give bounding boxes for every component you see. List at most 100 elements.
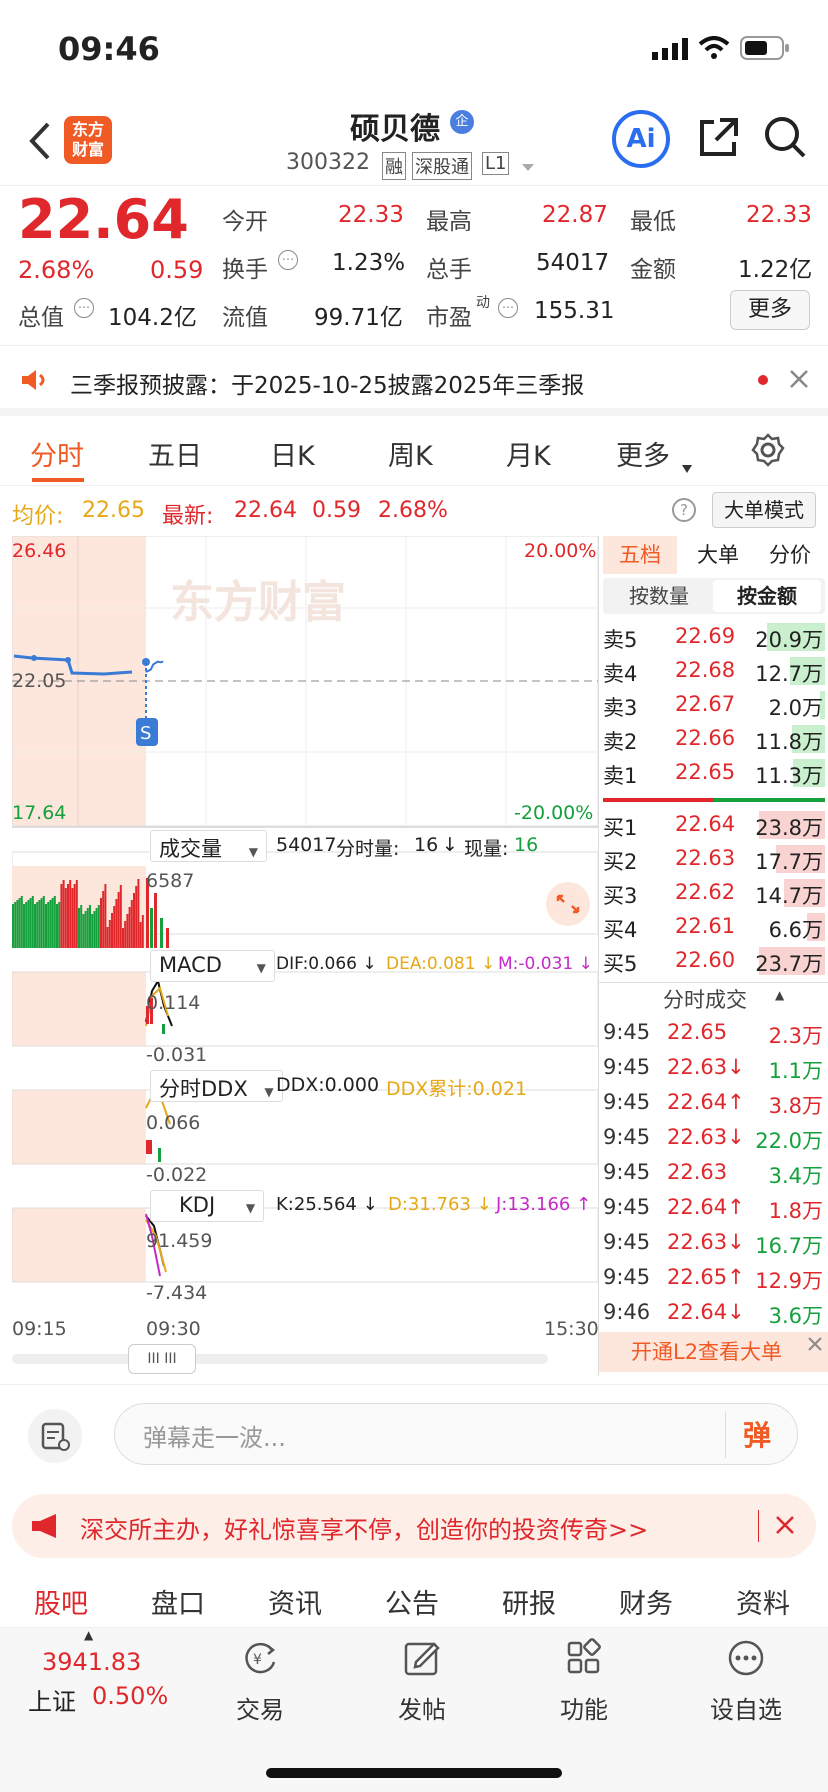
l2-banner[interactable]: 开通L2查看大单 [599, 1332, 828, 1372]
price-axis-top: 26.46 [12, 540, 67, 562]
level-label: 卖4 [603, 662, 638, 686]
close-icon[interactable] [807, 1336, 823, 1356]
close-icon[interactable] [788, 368, 810, 394]
level-price: 22.63 [675, 846, 736, 870]
promo-text: 深交所主办，好礼惊喜享不停，创造你的投资传奇>> [80, 1516, 649, 1544]
sell-level-row[interactable]: 卖5 22.69 20.9万 [603, 620, 825, 654]
close-icon[interactable] [774, 1514, 796, 1540]
danmaku-send-button[interactable]: 弹 [743, 1414, 771, 1454]
content-tab[interactable]: 股吧 [34, 1582, 88, 1621]
ddx-selector[interactable]: 分时DDX ▼ [150, 1070, 283, 1102]
buy-level-row[interactable]: 买2 22.63 17.7万 [603, 842, 825, 876]
large-order-mode-button[interactable]: 大单模式 [712, 492, 816, 528]
buy-level-row[interactable]: 买3 22.62 14.7万 [603, 876, 825, 910]
timeline-scrollbar[interactable] [12, 1354, 548, 1364]
volume-bar [20, 896, 23, 948]
index-pct[interactable]: 0.50% [92, 1682, 168, 1710]
danmaku-placeholder: 弹幕走一波... [143, 1424, 286, 1452]
subtab-by-amount[interactable]: 按金额 [713, 580, 821, 612]
volume-bar [73, 884, 76, 948]
buy-level-row[interactable]: 买1 22.64 23.8万 [603, 808, 825, 842]
tab-five-levels[interactable]: 五档 [603, 536, 677, 574]
tab-intraday[interactable]: 分时 [30, 434, 84, 473]
tab-monthly-k[interactable]: 月K [506, 434, 551, 473]
tab-large-orders[interactable]: 大单 [683, 536, 753, 574]
chevron-down-icon[interactable] [520, 158, 536, 177]
back-icon[interactable] [26, 120, 54, 166]
content-tab[interactable]: 财务 [619, 1582, 673, 1621]
volume-bar [139, 922, 142, 948]
content-tab[interactable]: 盘口 [151, 1582, 205, 1621]
level-price: 22.66 [675, 726, 736, 750]
volume-bar [71, 888, 74, 948]
more-button[interactable]: 更多 [730, 290, 810, 330]
trade-row: 9:45 22.63 3.4万 [603, 1156, 825, 1190]
active-tab-indicator [32, 478, 84, 482]
help-icon[interactable]: ? [672, 498, 696, 522]
label-open: 今开 [222, 209, 268, 235]
price-axis-mid: 22.05 [12, 670, 67, 692]
content-tab[interactable]: 研报 [502, 1582, 556, 1621]
trade-volume: 1.8万 [768, 1199, 823, 1223]
content-tab[interactable]: 公告 [385, 1582, 439, 1621]
tab-weekly-k[interactable]: 周K [388, 434, 433, 473]
auction-point [65, 657, 71, 663]
buy-level-row[interactable]: 买5 22.60 23.7万 [603, 944, 825, 978]
index-name[interactable]: 上证 [28, 1682, 76, 1717]
dock-add-watchlist[interactable]: 设自选 [686, 1638, 806, 1725]
promo-banner[interactable]: 深交所主办，好礼惊喜享不停，创造你的投资传奇>> [12, 1494, 816, 1558]
sell-level-row[interactable]: 卖3 22.67 2.0万 [603, 688, 825, 722]
trade-price: 22.65 [667, 1020, 728, 1044]
avg-value: 22.65 [82, 498, 145, 523]
price-point [150, 668, 152, 671]
kdj-k: K:25.564 ↓ [276, 1194, 378, 1215]
share-icon[interactable] [696, 116, 740, 164]
orderbook-panel: 五档 大单 分价 按数量 按金额 卖5 22.69 20.9万 卖4 22.68 12.7… [598, 536, 828, 1376]
level-amount: 20.9万 [755, 628, 823, 652]
macd-selector[interactable]: MACD ▼ [150, 950, 275, 982]
volume-bar [137, 879, 140, 948]
info-icon[interactable]: ⋯ [498, 298, 518, 318]
tab-price-dist[interactable]: 分价 [755, 536, 825, 574]
sell-level-row[interactable]: 卖2 22.66 11.8万 [603, 722, 825, 756]
level-amount: 11.8万 [755, 730, 823, 754]
sell-level-row[interactable]: 卖4 22.68 12.7万 [603, 654, 825, 688]
level-price: 22.62 [675, 880, 736, 904]
tab-five-day[interactable]: 五日 [148, 434, 202, 473]
tab-more[interactable]: 更多 [616, 434, 670, 473]
settings-icon[interactable] [750, 432, 786, 472]
dock-post[interactable]: 发帖 [362, 1638, 482, 1725]
dock-functions[interactable]: 功能 [524, 1638, 644, 1725]
volume-bar [106, 927, 109, 948]
subtab-by-qty[interactable]: 按数量 [607, 580, 711, 612]
content-tab[interactable]: 资讯 [268, 1582, 322, 1621]
kdj-selector[interactable]: KDJ ▼ [150, 1190, 265, 1222]
trade-volume: 12.9万 [755, 1269, 823, 1293]
info-icon[interactable]: ⋯ [74, 298, 94, 318]
notice-bar[interactable]: 三季报预披露：于2025-10-25披露2025年三季报 [0, 346, 828, 416]
content-tab[interactable]: 资料 [736, 1582, 790, 1621]
sell-level-row[interactable]: 卖1 22.65 11.3万 [603, 756, 825, 790]
trades-title[interactable]: 分时成交 [663, 984, 747, 1014]
volume-selector[interactable]: 成交量 ▼ [150, 830, 267, 862]
level-amount: 11.3万 [755, 764, 823, 788]
buy-level-row[interactable]: 买4 22.61 6.6万 [603, 910, 825, 944]
signal-icon [652, 38, 690, 60]
ai-button[interactable]: Ai [612, 110, 670, 168]
volume-bar [160, 918, 163, 948]
volume-bar [29, 898, 32, 948]
latest-value: 22.64 [234, 498, 297, 523]
index-value[interactable]: 3941.83 [42, 1648, 141, 1676]
danmaku-input[interactable]: 弹幕走一波... 弹 [114, 1403, 798, 1465]
dock-trade[interactable]: ¥ 交易 [200, 1638, 320, 1725]
scroll-handle[interactable]: III III [128, 1344, 196, 1374]
battery-icon [740, 36, 790, 64]
trade-volume: 16.7万 [755, 1234, 823, 1258]
danmaku-settings-icon[interactable] [28, 1409, 82, 1463]
expand-icon[interactable] [546, 882, 590, 926]
tab-daily-k[interactable]: 日K [270, 434, 315, 473]
avg-label: 均价: [12, 504, 64, 529]
clock: 09:46 [58, 30, 160, 68]
info-icon[interactable]: ⋯ [278, 250, 298, 270]
search-icon[interactable] [762, 114, 808, 164]
